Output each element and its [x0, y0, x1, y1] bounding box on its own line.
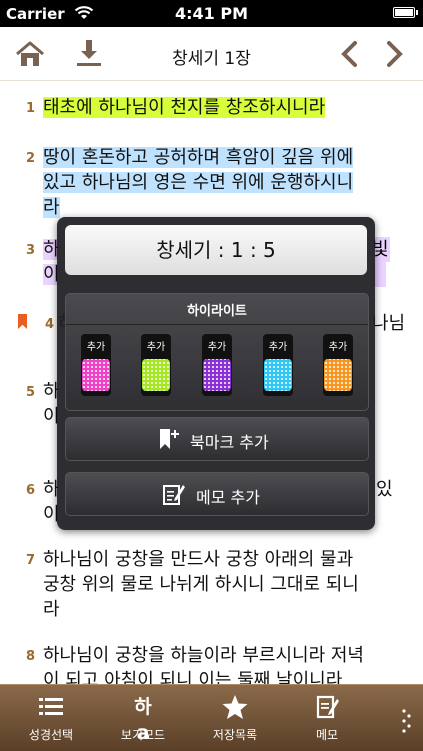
- page-title: 창세기 1장: [172, 49, 251, 69]
- chevron-right-icon[interactable]: [380, 39, 408, 69]
- status-time: 4:41 PM: [174, 4, 248, 23]
- download-icon[interactable]: [74, 38, 104, 68]
- tab-memo[interactable]: 메모: [284, 685, 370, 751]
- swatch-label: 추가: [207, 342, 227, 353]
- more-dots-icon[interactable]: [398, 705, 418, 735]
- view-mode-icon: 하a: [134, 696, 152, 744]
- verse-number: 4: [45, 317, 55, 332]
- chevron-left-icon[interactable]: [336, 39, 364, 69]
- verse-line-tail: 나님: [372, 313, 406, 334]
- verse-number: 5: [26, 385, 36, 400]
- grid-icon: [142, 359, 170, 391]
- verse-line: 땅이 혼돈하고 공허하며 흑암이 깊음 위에: [43, 147, 354, 168]
- nav-bar: 창세기 1장: [0, 27, 423, 81]
- verse-text: 하나님이 궁창을 만드사 궁창 아래의 물과 궁창 위의 물로 나뉘게 하시니 …: [43, 547, 391, 622]
- memo-edit-icon: [163, 485, 185, 505]
- bookmark-add-icon: [160, 429, 179, 449]
- verse-line: 라: [43, 197, 60, 218]
- highlight-green-button[interactable]: 추가: [141, 334, 171, 396]
- add-bookmark-label: 북마크 추가: [190, 433, 269, 452]
- highlight-title: 하이라이트: [187, 304, 247, 319]
- home-icon[interactable]: [15, 39, 45, 69]
- verse-line: 하나님이 궁창을 만드사 궁창 아래의 물과: [43, 549, 354, 570]
- verse-line: 궁창 위의 물로 나뉘게 하시니 그대로 되니: [43, 574, 359, 595]
- swatch-label: 추가: [86, 342, 106, 353]
- verse-line: 있고 하나님의 영은 수면 위에 운행하시니: [43, 172, 354, 193]
- tab-label: 저장목록: [212, 728, 258, 742]
- grid-icon: [324, 359, 352, 391]
- highlight-blue-button[interactable]: 추가: [263, 334, 293, 396]
- verse-action-popup: 창세기 : 1 : 5 하이라이트 추가 추가 추가 추가 추가 북마크 추가 …: [57, 217, 375, 530]
- verse-number: 1: [26, 101, 36, 116]
- status-bar: Carrier 4:41 PM: [0, 0, 423, 27]
- tab-bible-select[interactable]: 성경선택: [8, 685, 94, 751]
- verse-line: 이 되고 아침이 되니 이는 둘째 날이니라: [43, 670, 343, 684]
- verse-number: 8: [26, 649, 36, 664]
- highlight-pink-button[interactable]: 추가: [81, 334, 111, 396]
- grid-icon: [203, 359, 231, 391]
- verse-number: 2: [26, 151, 36, 166]
- add-memo-button[interactable]: 메모 추가: [65, 472, 369, 516]
- verse-line: 하나님이 궁창을 하늘이라 부르시니라 저녁: [43, 645, 364, 666]
- divider: [66, 324, 368, 325]
- verse-text: 땅이 혼돈하고 공허하며 흑암이 깊음 위에 있고 하나님의 영은 수면 위에 …: [43, 145, 391, 220]
- add-bookmark-button[interactable]: 북마크 추가: [65, 417, 369, 461]
- verse-line: 태초에 하나님이 천지를 창조하시니라: [43, 97, 326, 118]
- highlight-purple-button[interactable]: 추가: [202, 334, 232, 396]
- verse-line: 라: [43, 599, 60, 620]
- highlight-panel: 하이라이트 추가 추가 추가 추가 추가: [65, 293, 369, 411]
- swatch-label: 추가: [268, 342, 288, 353]
- verse-number: 3: [26, 243, 36, 258]
- memo-icon: [316, 695, 339, 719]
- swatch-label: 추가: [328, 342, 348, 353]
- verse-number: 6: [26, 483, 36, 498]
- highlight-orange-button[interactable]: 추가: [323, 334, 353, 396]
- tab-saved-list[interactable]: 저장목록: [192, 685, 278, 751]
- tab-view-mode[interactable]: 하a 보기모드: [100, 685, 186, 751]
- tab-bar: 성경선택 하a 보기모드 저장목록 메모: [0, 684, 423, 751]
- verse-text: 하나님이 궁창을 하늘이라 부르시니라 저녁 이 되고 아침이 되니 이는 둘째…: [43, 643, 391, 684]
- grid-icon: [82, 359, 110, 391]
- verse-number: 7: [26, 553, 36, 568]
- verse-reference: 창세기 : 1 : 5: [65, 225, 367, 275]
- swatch-label: 추가: [146, 342, 166, 353]
- verse-text: 태초에 하나님이 천지를 창조하시니라: [43, 95, 391, 120]
- star-icon: [222, 695, 248, 719]
- tab-label: 성경선택: [28, 728, 74, 742]
- tab-label: 보기모드: [120, 728, 166, 742]
- bookmark-marker: [18, 314, 27, 329]
- tab-label: 메모: [315, 728, 339, 742]
- verse-line-tail: 있: [376, 479, 393, 500]
- battery-icon: [393, 7, 418, 18]
- list-icon: [39, 698, 63, 715]
- grid-icon: [264, 359, 292, 391]
- add-memo-label: 메모 추가: [196, 488, 260, 507]
